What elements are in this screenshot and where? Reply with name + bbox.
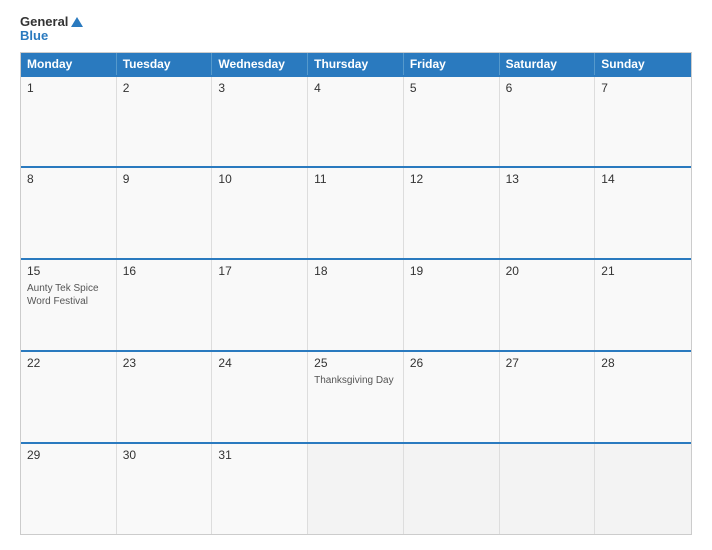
day-number: 4	[314, 81, 397, 95]
day-number: 14	[601, 172, 685, 186]
header-cell-saturday: Saturday	[500, 53, 596, 75]
calendar-cell: 6	[500, 77, 596, 167]
day-number: 7	[601, 81, 685, 95]
calendar-cell: 29	[21, 444, 117, 534]
header-cell-thursday: Thursday	[308, 53, 404, 75]
day-number: 20	[506, 264, 589, 278]
calendar-cell: 1	[21, 77, 117, 167]
calendar-cell: 24	[212, 352, 308, 442]
event-label: Aunty Tek Spice Word Festival	[27, 282, 110, 308]
day-number: 30	[123, 448, 206, 462]
calendar-week-2: 89 10 11 12 13 14	[21, 166, 691, 258]
day-number: 24	[218, 356, 301, 370]
calendar-cell	[500, 444, 596, 534]
day-number: 6	[506, 81, 589, 95]
calendar-cell	[308, 444, 404, 534]
calendar-cell: 13	[500, 168, 596, 258]
calendar-cell: 17	[212, 260, 308, 350]
calendar-week-5: 29 30 31	[21, 442, 691, 534]
day-number: 22	[27, 356, 110, 370]
page-header: General Blue	[20, 15, 692, 44]
logo-blue-text: Blue	[20, 29, 83, 43]
day-number: 18	[314, 264, 397, 278]
calendar-cell: 19	[404, 260, 500, 350]
calendar-cell: 15 Aunty Tek Spice Word Festival	[21, 260, 117, 350]
calendar-cell: 7	[595, 77, 691, 167]
header-cell-wednesday: Wednesday	[212, 53, 308, 75]
calendar-body: 123456789101112131415Aunty Tek Spice Wor…	[21, 75, 691, 534]
day-number: 25	[314, 356, 397, 370]
calendar-cell	[595, 444, 691, 534]
day-number: 19	[410, 264, 493, 278]
calendar-cell: 20	[500, 260, 596, 350]
calendar-cell: 9	[117, 168, 213, 258]
day-number: 27	[506, 356, 589, 370]
day-number: 8	[27, 172, 110, 186]
day-number: 3	[218, 81, 301, 95]
day-number: 29	[27, 448, 110, 462]
day-number: 13	[506, 172, 589, 186]
header-cell-monday: Monday	[21, 53, 117, 75]
calendar-week-4: 22 23 24 25 Thanksgiving Day 26 27 28	[21, 350, 691, 442]
calendar-cell: 31	[212, 444, 308, 534]
calendar-grid: MondayTuesdayWednesdayThursdayFridaySatu…	[20, 52, 692, 535]
calendar-page: General Blue MondayTuesdayWednesdayThurs…	[0, 0, 712, 550]
calendar-cell: 26	[404, 352, 500, 442]
calendar-cell: 21	[595, 260, 691, 350]
calendar-cell: 23	[117, 352, 213, 442]
day-number: 23	[123, 356, 206, 370]
day-number: 31	[218, 448, 301, 462]
day-number: 9	[123, 172, 206, 186]
calendar-cell: 11	[308, 168, 404, 258]
calendar-header-row: MondayTuesdayWednesdayThursdayFridaySatu…	[21, 53, 691, 75]
day-number: 2	[123, 81, 206, 95]
day-number: 17	[218, 264, 301, 278]
day-number: 11	[314, 172, 397, 186]
logo-triangle-icon	[71, 17, 83, 27]
header-cell-friday: Friday	[404, 53, 500, 75]
day-number: 28	[601, 356, 685, 370]
day-number: 5	[410, 81, 493, 95]
event-label: Thanksgiving Day	[314, 374, 397, 387]
calendar-cell: 28	[595, 352, 691, 442]
calendar-cell: 25 Thanksgiving Day	[308, 352, 404, 442]
calendar-cell	[404, 444, 500, 534]
calendar-cell: 2	[117, 77, 213, 167]
calendar-cell: 16	[117, 260, 213, 350]
day-number: 10	[218, 172, 301, 186]
header-cell-tuesday: Tuesday	[117, 53, 213, 75]
calendar-cell: 18	[308, 260, 404, 350]
calendar-cell: 27	[500, 352, 596, 442]
calendar-cell: 8	[21, 168, 117, 258]
day-number: 21	[601, 264, 685, 278]
day-number: 12	[410, 172, 493, 186]
calendar-week-3: 15 Aunty Tek Spice Word Festival 16 17 18 19 2…	[21, 258, 691, 350]
logo-general-text: General	[20, 15, 68, 29]
logo: General Blue	[20, 15, 83, 44]
day-number: 26	[410, 356, 493, 370]
calendar-cell: 3	[212, 77, 308, 167]
calendar-cell: 5	[404, 77, 500, 167]
calendar-cell: 12	[404, 168, 500, 258]
calendar-cell: 22	[21, 352, 117, 442]
calendar-cell: 30	[117, 444, 213, 534]
day-number: 1	[27, 81, 110, 95]
calendar-cell: 10	[212, 168, 308, 258]
day-number: 15	[27, 264, 110, 278]
header-cell-sunday: Sunday	[595, 53, 691, 75]
calendar-cell: 4	[308, 77, 404, 167]
day-number: 16	[123, 264, 206, 278]
calendar-cell: 14	[595, 168, 691, 258]
calendar-week-1: 1234567	[21, 75, 691, 167]
